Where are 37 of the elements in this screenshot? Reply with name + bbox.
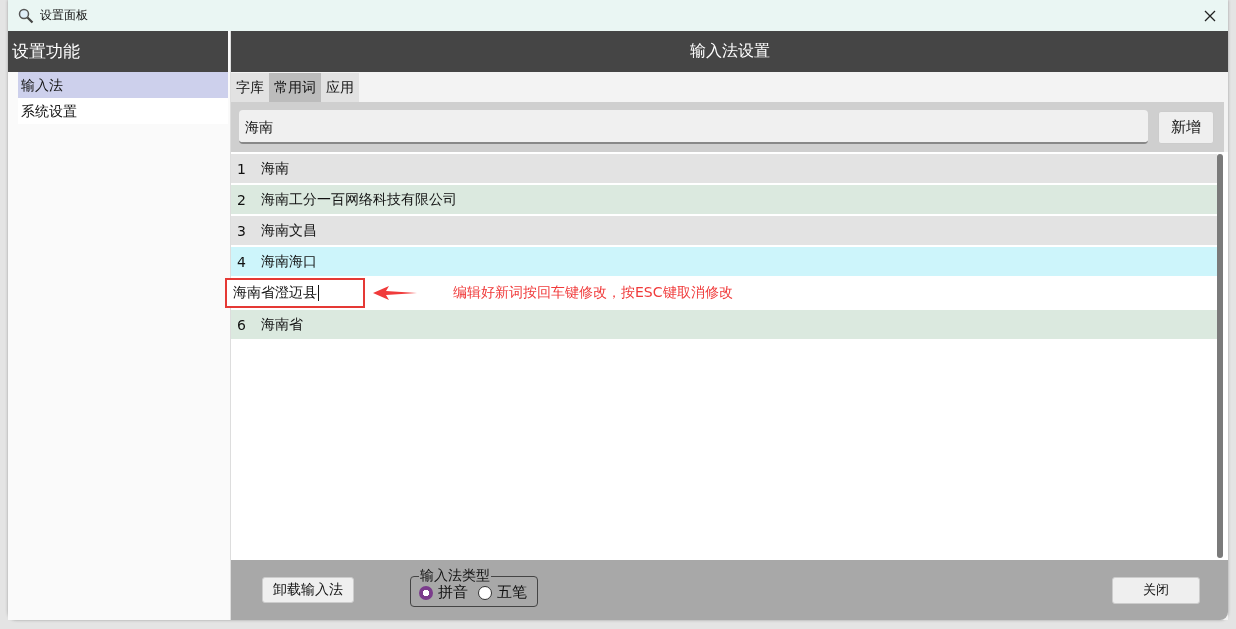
sidebar-item[interactable]: 输入法 — [18, 72, 228, 98]
list-row[interactable]: 4 海南海口 — [231, 247, 1217, 276]
close-icon[interactable] — [1204, 9, 1216, 22]
row-index: 2 — [237, 191, 247, 208]
search-field[interactable]: 海南 — [239, 110, 1148, 144]
row-index: 6 — [237, 316, 247, 333]
row-text: 海南工分一百网络科技有限公司 — [261, 190, 457, 209]
radio-button[interactable] — [478, 585, 492, 600]
list-row[interactable]: 2 海南工分一百网络科技有限公司 — [231, 185, 1217, 214]
row-text: 海南 — [261, 159, 289, 178]
row-index: 3 — [237, 222, 247, 239]
radio-label: 五笔 — [497, 583, 527, 602]
scrollbar[interactable] — [1217, 154, 1223, 558]
row-text: 海南海口 — [261, 252, 317, 271]
close-button[interactable]: 关闭 — [1112, 576, 1200, 604]
row-text: 海南文昌 — [261, 221, 317, 240]
tab[interactable]: 常用词 — [269, 73, 321, 102]
uninstall-button[interactable]: 卸载输入法 — [262, 577, 354, 603]
tab[interactable]: 字库 — [231, 73, 269, 102]
list-row[interactable]: 3 海南文昌 — [231, 216, 1217, 245]
radio-button[interactable] — [419, 585, 433, 600]
sidebar-title: 设置功能 — [12, 40, 80, 63]
sidebar-item[interactable]: 系统设置 — [18, 98, 228, 124]
edit-field[interactable]: 海南省澄迈县 — [225, 278, 365, 308]
row-index: 1 — [237, 160, 247, 177]
window-title: 设置面板 — [40, 7, 88, 24]
list-row[interactable]: 6 海南省 — [231, 310, 1217, 339]
tab[interactable]: 应用 — [321, 73, 359, 102]
row-index: 4 — [237, 253, 247, 270]
row-text: 海南省 — [261, 315, 303, 334]
add-button[interactable]: 新增 — [1158, 110, 1214, 144]
group-label: 输入法类型 — [419, 567, 491, 584]
radio-label: 拼音 — [438, 583, 468, 602]
list-row[interactable]: 1 海南 — [231, 154, 1217, 183]
annotation-text: 编辑好新词按回车键修改，按ESC键取消修改 — [453, 284, 733, 302]
panel-title: 输入法设置 — [689, 41, 770, 62]
magnifier-icon — [18, 7, 34, 24]
